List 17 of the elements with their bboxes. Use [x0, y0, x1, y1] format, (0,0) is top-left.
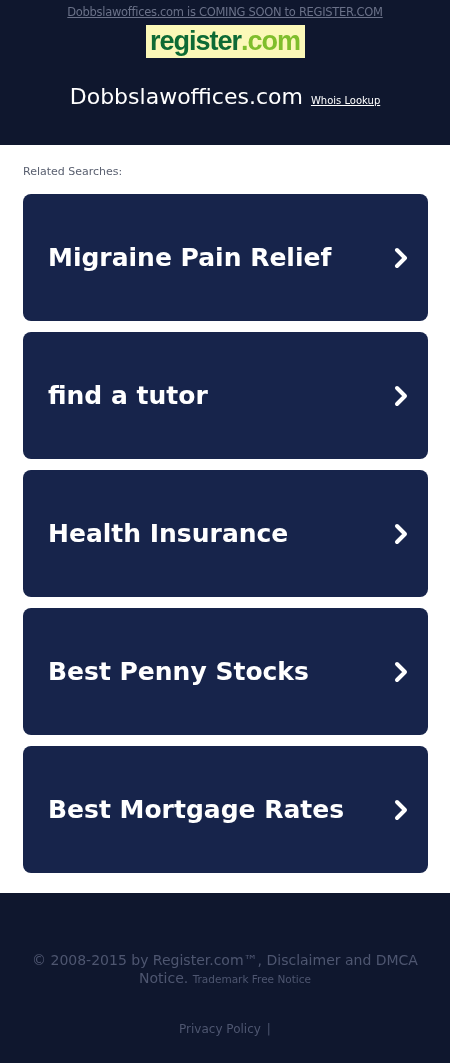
search-card[interactable]: Migraine Pain Relief — [23, 194, 428, 321]
separator: | — [266, 1022, 271, 1036]
related-heading: Related Searches: — [23, 165, 124, 178]
search-card[interactable]: Health Insurance — [23, 470, 428, 597]
coming-soon-link[interactable]: Dobbslawoffices.com is COMING SOON to REGISTER.COM — [67, 5, 383, 19]
search-card[interactable]: Best Mortgage Rates — [23, 746, 428, 873]
chevron-right-icon — [394, 384, 408, 407]
register-logo: register.com — [145, 25, 305, 58]
search-card[interactable]: find a tutor — [23, 332, 428, 459]
chevron-right-icon — [394, 522, 408, 545]
chevron-right-icon — [394, 798, 408, 821]
chevron-right-icon — [394, 660, 408, 683]
chevron-right-icon — [394, 246, 408, 269]
copyright-text: © 2008-2015 by Register.com™, Disclaimer and DMCA Notice. Trademark Free Notice — [31, 951, 419, 988]
domain-title: Dobbslawoffices.com — [69, 84, 303, 109]
whois-link[interactable]: Whois Lookup — [310, 95, 381, 106]
search-card[interactable]: Best Penny Stocks — [23, 608, 428, 735]
